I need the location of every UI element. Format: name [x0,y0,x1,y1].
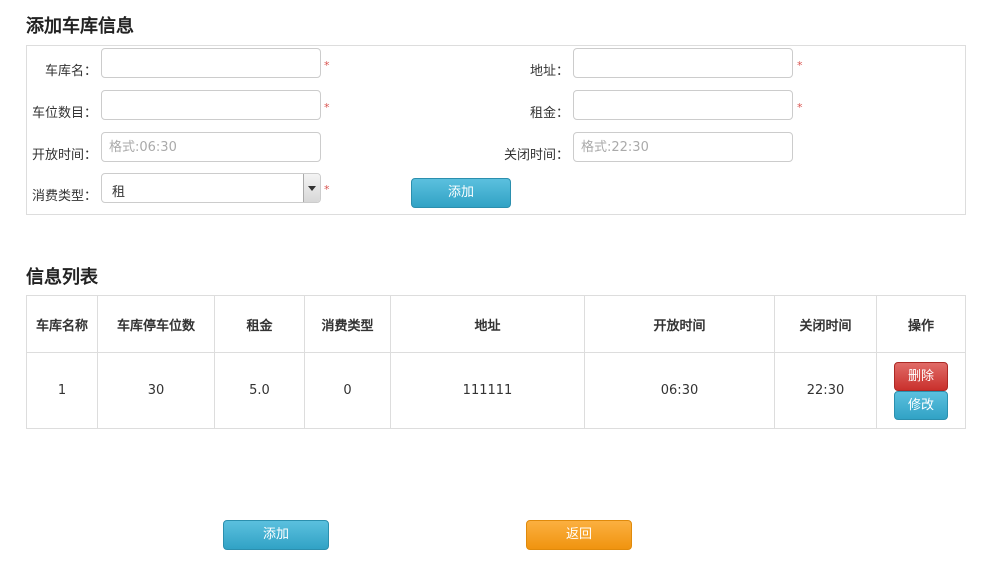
add-garage-title: 添加车库信息 [26,16,134,37]
fee-type-label: 消费类型： [31,189,97,204]
cell-garage-name: 1 [26,352,98,429]
header-address: 地址 [390,295,585,353]
delete-button[interactable]: 删除 [894,361,948,391]
header-garage-name: 车库名称 [26,295,98,353]
header-close-time: 关闭时间 [774,295,877,353]
fee-type-selected-value: 租 [112,185,126,200]
cell-spaces: 30 [97,352,215,429]
address-required-mark: * [797,59,803,72]
header-rent: 租金 [214,295,305,353]
cell-open-time: 06:30 [584,352,775,429]
address-input[interactable] [573,48,793,78]
fee-type-select[interactable]: 租 [101,173,321,203]
footer-add-button[interactable]: 添加 [223,520,329,550]
rent-label: 租金： [529,106,569,121]
chevron-down-icon[interactable] [303,174,320,202]
spaces-label: 车位数目： [31,106,97,121]
open-time-label: 开放时间： [31,148,97,163]
rent-required-mark: * [797,101,803,114]
cell-address: 111111 [390,352,585,429]
close-time-label: 关闭时间： [503,148,569,163]
header-open-time: 开放时间 [584,295,775,353]
info-list-title: 信息列表 [26,267,98,288]
garage-name-label: 车库名： [44,64,97,79]
header-spaces: 车库停车位数 [97,295,215,353]
cell-fee-type: 0 [304,352,391,429]
garage-name-required-mark: * [324,59,330,72]
fee-type-required-mark: * [324,183,330,196]
spaces-required-mark: * [324,101,330,114]
edit-button[interactable]: 修改 [894,390,948,420]
back-button[interactable]: 返回 [526,520,632,550]
open-time-input[interactable] [101,132,321,162]
header-actions: 操作 [876,295,966,353]
table-header-row: 车库名称 车库停车位数 租金 消费类型 地址 开放时间 关闭时间 操作 [26,295,966,353]
cell-close-time: 22:30 [774,352,877,429]
spaces-input[interactable] [101,90,321,120]
table-row: 1 30 5.0 0 111111 06:30 22:30 删除 修改 [26,352,966,429]
cell-rent: 5.0 [214,352,305,429]
header-fee-type: 消费类型 [304,295,391,353]
address-label: 地址： [529,64,569,79]
add-garage-form: 车库名： * 地址： * 车位数目： * 租金： * 开放时间： 关闭时间： 消… [26,45,966,215]
garage-name-input[interactable] [101,48,321,78]
form-add-button[interactable]: 添加 [411,178,511,208]
close-time-input[interactable] [573,132,793,162]
cell-actions: 删除 修改 [876,352,966,429]
garage-info-table: 车库名称 车库停车位数 租金 消费类型 地址 开放时间 关闭时间 操作 1 30… [26,295,966,429]
rent-input[interactable] [573,90,793,120]
